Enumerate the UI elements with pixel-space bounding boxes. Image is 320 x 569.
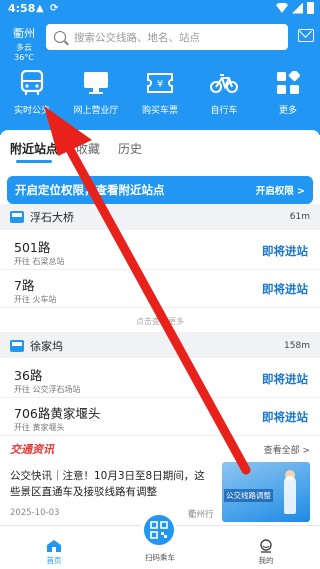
weather-text: 多云 36°C (14, 43, 34, 62)
wifi-icon (276, 3, 288, 13)
status-bar: 4:58 ▲ ⟳ (0, 0, 320, 18)
sync-icon: ⟳ (50, 3, 59, 14)
bus-stop-icon (10, 211, 24, 223)
route-row[interactable]: 706路黄家堰头 开往 黄家堰头 即将进站 (0, 398, 320, 436)
notification-icon: ▲ (36, 3, 44, 14)
bus-icon (18, 70, 46, 96)
tab-favorites[interactable]: 收藏 (76, 140, 100, 157)
quick-menu: 实时公交 网上营业厅 ¥ 购买车票 自行车 更多 (0, 70, 320, 116)
stop-tabs: 附近站点 收藏 历史 (10, 140, 142, 163)
city-weather[interactable]: 衢州 多云 36°C (8, 25, 40, 62)
news-thumbnail: 公交线路调整 (222, 462, 310, 522)
menu-item-realtime-bus[interactable]: 实时公交 (0, 70, 64, 116)
menu-label: 实时公交 (13, 106, 50, 116)
monitor-icon (82, 70, 110, 96)
route-row[interactable]: 36路 开往 公交浮石场站 即将进站 (0, 360, 320, 398)
scan-ride-button[interactable] (141, 512, 177, 548)
qr-code-icon (150, 521, 168, 539)
message-icon[interactable] (298, 29, 314, 42)
route-direction: 开往 黄家堰头 (14, 423, 65, 432)
nav-home-label: 首页 (46, 556, 62, 565)
stop-header[interactable]: 徐家坞 158m (0, 335, 320, 357)
tab-history[interactable]: 历史 (118, 140, 142, 157)
search-input[interactable]: 搜索公交线路、地名、站点 (46, 24, 288, 50)
nav-mine[interactable]: 我的 (236, 538, 296, 566)
route-row[interactable]: 7路 开往 火车站 即将进站 (0, 270, 320, 308)
stop-header[interactable]: 浮石大桥 61m (0, 206, 320, 228)
scan-ride-label: 扫码乘车 (145, 553, 175, 562)
menu-item-bicycle[interactable]: 自行车 (192, 70, 256, 116)
menu-label: 购买车票 (141, 106, 178, 116)
tab-nearby[interactable]: 附近站点 (10, 140, 58, 163)
search-placeholder: 搜索公交线路、地名、站点 (74, 31, 200, 44)
route-name: 7路 (14, 278, 35, 293)
arrival-status: 即将进站 (262, 282, 308, 296)
news-section-title: 交通资讯 (10, 443, 54, 456)
route-direction: 开往 石梁总站 (14, 257, 65, 266)
menu-item-buy-ticket[interactable]: ¥ 购买车票 (128, 70, 192, 116)
route-direction: 开往 公交浮石场站 (14, 385, 81, 394)
thumbnail-caption: 公交线路调整 (224, 489, 273, 502)
person-figure (284, 476, 296, 514)
app-header: 4:58 ▲ ⟳ 衢州 多云 36°C 搜索公交线路、地名、站点 实时公交 网上… (0, 0, 320, 135)
view-all-news-link[interactable]: 查看全部 > (264, 443, 310, 456)
route-name: 501路 (14, 240, 51, 255)
route-row[interactable]: 501路 开往 石梁总站 即将进站 (0, 232, 320, 270)
more-icon (274, 70, 302, 96)
route-direction: 开往 火车站 (14, 295, 57, 304)
stop-name: 浮石大桥 (30, 211, 74, 224)
stop-name: 徐家坞 (30, 340, 63, 353)
city-name: 衢州 (13, 27, 35, 40)
enable-permission-button[interactable]: 开启权限 > (256, 183, 305, 197)
nav-mine-label: 我的 (258, 556, 274, 565)
home-icon (46, 538, 62, 552)
menu-item-online-hall[interactable]: 网上营业厅 (64, 70, 128, 116)
menu-label: 更多 (278, 106, 297, 116)
permission-text: 开启定位权限，查看附近站点 (15, 183, 165, 197)
route-name: 36路 (14, 368, 43, 383)
arrival-status: 即将进站 (262, 244, 308, 258)
status-time: 4:58 (8, 2, 36, 15)
news-headline: 公交快讯｜注意！10月3日至8日期间，这些景区直通车及接驳线路有调整 (10, 470, 205, 498)
route-name: 706路黄家堰头 (14, 406, 101, 421)
search-icon (54, 31, 66, 43)
location-permission-banner[interactable]: 开启定位权限，查看附近站点 开启权限 > (7, 176, 313, 204)
svg-text:¥: ¥ (157, 79, 163, 90)
news-date: 2025-10-03 (10, 508, 60, 518)
stop-distance: 61m (289, 212, 310, 222)
bicycle-icon (210, 70, 238, 96)
battery-icon (307, 2, 314, 14)
arrival-status: 即将进站 (262, 372, 308, 386)
signal-icon (292, 2, 303, 14)
bus-stop-icon (10, 340, 24, 352)
news-source: 衢州行 (188, 510, 214, 520)
menu-item-more[interactable]: 更多 (256, 70, 320, 116)
news-header: 交通资讯 查看全部 > (0, 438, 320, 458)
menu-label: 自行车 (210, 106, 238, 116)
arrival-status: 即将进站 (262, 410, 308, 424)
nav-home[interactable]: 首页 (24, 538, 84, 566)
ticket-icon: ¥ (146, 70, 174, 96)
stop-distance: 158m (284, 341, 310, 351)
view-more-link[interactable]: 点击查看更多 (0, 316, 320, 327)
menu-label: 网上营业厅 (73, 106, 119, 116)
user-icon (258, 538, 274, 553)
